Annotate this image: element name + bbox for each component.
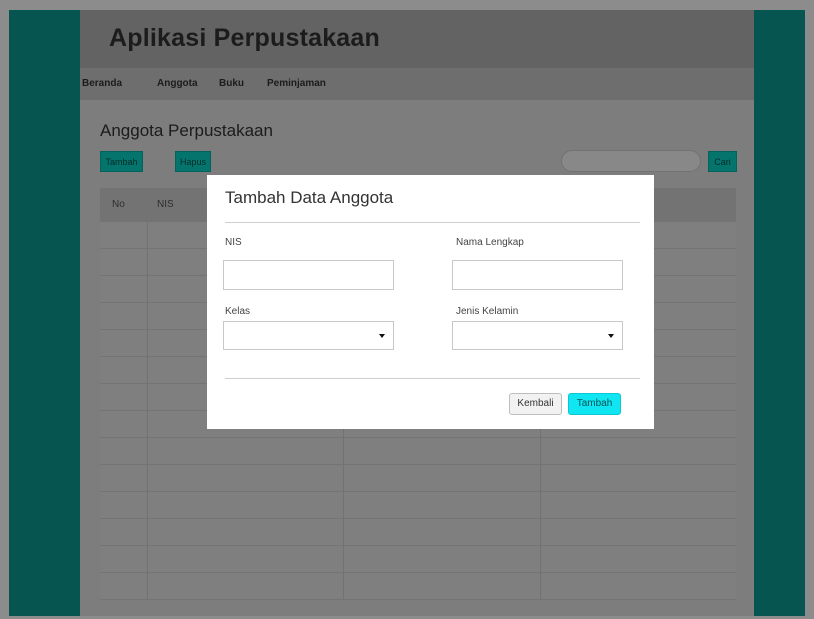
name-label: Nama Lengkap xyxy=(456,237,524,248)
nis-label: NIS xyxy=(225,237,242,248)
dialog-title: Tambah Data Anggota xyxy=(225,188,394,207)
caret-down-icon xyxy=(608,334,614,338)
gender-select[interactable] xyxy=(452,321,623,350)
gender-label: Jenis Kelamin xyxy=(456,306,519,317)
class-label: Kelas xyxy=(225,306,251,317)
nis-field[interactable] xyxy=(223,260,394,290)
dialog-footer-divider xyxy=(225,378,640,379)
full-name-field[interactable] xyxy=(452,260,623,290)
dialog-divider xyxy=(225,222,640,223)
back-button[interactable]: Kembali xyxy=(509,393,562,415)
class-select[interactable] xyxy=(223,321,394,350)
caret-down-icon xyxy=(379,334,385,338)
submit-button[interactable]: Tambah xyxy=(568,393,621,415)
add-member-dialog: Tambah Data Anggota NIS Nama Lengkap Kel… xyxy=(207,175,654,429)
